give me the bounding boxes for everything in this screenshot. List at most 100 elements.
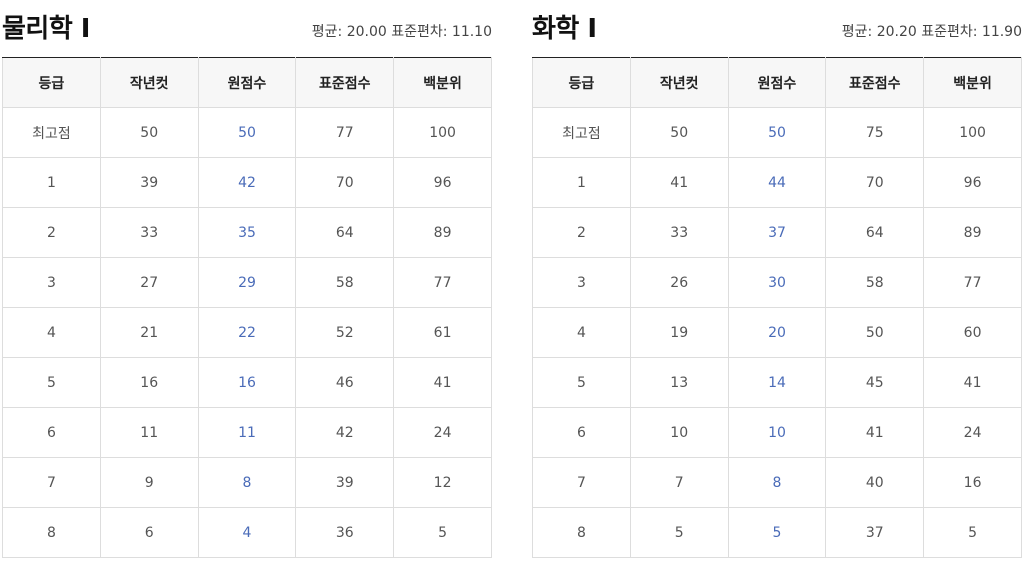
- column-header-last-year-cut: 작년컷: [629, 57, 729, 108]
- percentile-cell: 100: [923, 107, 1022, 158]
- grade-cell: 최고점: [2, 107, 101, 158]
- percentile-cell: 96: [393, 157, 492, 208]
- panel-stats: 평균: 20.20 표준편차: 11.90: [841, 24, 1022, 40]
- last-year-cut-cell: 21: [99, 307, 199, 358]
- standard-score-cell: 77: [295, 107, 395, 158]
- column-header-standard-score: 표준점수: [295, 57, 395, 108]
- grade-cell: 6: [532, 407, 631, 458]
- raw-score-cell: 35: [197, 207, 297, 258]
- raw-score-cell: 50: [197, 107, 297, 158]
- standard-score-cell: 58: [825, 257, 925, 308]
- table-body: 최고점 50 50 77 100 1 39 42 70 96 2 33 35 64 89 3 27 29 58 77 4…: [2, 107, 492, 558]
- percentile-cell: 5: [923, 507, 1022, 558]
- panel-title: 물리학 Ⅰ: [2, 14, 91, 44]
- standard-score-cell: 45: [825, 357, 925, 408]
- table-row: 4 19 20 50 60: [532, 307, 1022, 358]
- standard-score-cell: 70: [295, 157, 395, 208]
- last-year-cut-cell: 19: [629, 307, 729, 358]
- column-header-raw-score: 원점수: [727, 57, 827, 108]
- last-year-cut-cell: 6: [99, 507, 199, 558]
- panel-title: 화학 Ⅰ: [532, 14, 597, 44]
- table-row: 5 13 14 45 41: [532, 357, 1022, 408]
- table-row: 1 39 42 70 96: [2, 157, 492, 208]
- raw-score-cell: 8: [727, 457, 827, 508]
- column-header-raw-score: 원점수: [197, 57, 297, 108]
- grade-cell: 2: [2, 207, 101, 258]
- raw-score-cell: 44: [727, 157, 827, 208]
- last-year-cut-cell: 5: [629, 507, 729, 558]
- percentile-cell: 41: [923, 357, 1022, 408]
- percentile-cell: 89: [393, 207, 492, 258]
- raw-score-cell: 50: [727, 107, 827, 158]
- standard-score-cell: 41: [825, 407, 925, 458]
- last-year-cut-cell: 33: [99, 207, 199, 258]
- table-row: 7 9 8 39 12: [2, 457, 492, 508]
- percentile-cell: 16: [923, 457, 1022, 508]
- column-header-last-year-cut: 작년컷: [99, 57, 199, 108]
- last-year-cut-cell: 13: [629, 357, 729, 408]
- raw-score-cell: 37: [727, 207, 827, 258]
- raw-score-cell: 5: [727, 507, 827, 558]
- raw-score-cell: 11: [197, 407, 297, 458]
- percentile-cell: 24: [393, 407, 492, 458]
- raw-score-cell: 16: [197, 357, 297, 408]
- table-row: 3 26 30 58 77: [532, 257, 1022, 308]
- percentile-cell: 100: [393, 107, 492, 158]
- column-header-percentile: 백분위: [923, 57, 1022, 108]
- grade-cell: 1: [532, 157, 631, 208]
- last-year-cut-cell: 10: [629, 407, 729, 458]
- last-year-cut-cell: 39: [99, 157, 199, 208]
- column-header-percentile: 백분위: [393, 57, 492, 108]
- grade-cell: 7: [532, 457, 631, 508]
- last-year-cut-cell: 7: [629, 457, 729, 508]
- column-header-grade: 등급: [2, 57, 101, 108]
- raw-score-cell: 8: [197, 457, 297, 508]
- table-row: 8 5 5 37 5: [532, 507, 1022, 558]
- percentile-cell: 96: [923, 157, 1022, 208]
- table-row: 7 7 8 40 16: [532, 457, 1022, 508]
- grade-cell: 6: [2, 407, 101, 458]
- grade-cell: 5: [532, 357, 631, 408]
- last-year-cut-cell: 26: [629, 257, 729, 308]
- raw-score-cell: 20: [727, 307, 827, 358]
- standard-score-cell: 64: [825, 207, 925, 258]
- grade-table: 등급 작년컷 원점수 표준점수 백분위 최고점 50 50 77 100 1 39 42 70 9…: [2, 57, 492, 558]
- standard-score-cell: 46: [295, 357, 395, 408]
- raw-score-cell: 10: [727, 407, 827, 458]
- grade-cell: 8: [2, 507, 101, 558]
- standard-score-cell: 70: [825, 157, 925, 208]
- standard-score-cell: 50: [825, 307, 925, 358]
- chemistry-panel: 화학 Ⅰ 평균: 20.20 표준편차: 11.90 등급 작년컷 원점수 표준…: [532, 0, 1022, 558]
- panel-header: 물리학 Ⅰ 평균: 20.00 표준편차: 11.10: [2, 0, 492, 57]
- raw-score-cell: 30: [727, 257, 827, 308]
- table-row: 4 21 22 52 61: [2, 307, 492, 358]
- table-header-row: 등급 작년컷 원점수 표준점수 백분위: [532, 57, 1022, 108]
- grade-cell: 3: [532, 257, 631, 308]
- last-year-cut-cell: 16: [99, 357, 199, 408]
- standard-score-cell: 36: [295, 507, 395, 558]
- standard-score-cell: 40: [825, 457, 925, 508]
- grade-cell: 5: [2, 357, 101, 408]
- panel-header: 화학 Ⅰ 평균: 20.20 표준편차: 11.90: [532, 0, 1022, 57]
- grade-cell: 4: [2, 307, 101, 358]
- raw-score-cell: 14: [727, 357, 827, 408]
- table-row: 3 27 29 58 77: [2, 257, 492, 308]
- standard-score-cell: 75: [825, 107, 925, 158]
- percentile-cell: 41: [393, 357, 492, 408]
- percentile-cell: 5: [393, 507, 492, 558]
- last-year-cut-cell: 11: [99, 407, 199, 458]
- percentile-cell: 12: [393, 457, 492, 508]
- grade-cell: 8: [532, 507, 631, 558]
- raw-score-cell: 22: [197, 307, 297, 358]
- table-row: 6 11 11 42 24: [2, 407, 492, 458]
- table-body: 최고점 50 50 75 100 1 41 44 70 96 2 33 37 64 89 3 26 30 58 77 4…: [532, 107, 1022, 558]
- table-row: 2 33 35 64 89: [2, 207, 492, 258]
- last-year-cut-cell: 50: [629, 107, 729, 158]
- grade-cell: 3: [2, 257, 101, 308]
- table-row: 최고점 50 50 75 100: [532, 107, 1022, 158]
- standard-score-cell: 37: [825, 507, 925, 558]
- standard-score-cell: 58: [295, 257, 395, 308]
- table-header-row: 등급 작년컷 원점수 표준점수 백분위: [2, 57, 492, 108]
- last-year-cut-cell: 41: [629, 157, 729, 208]
- table-row: 8 6 4 36 5: [2, 507, 492, 558]
